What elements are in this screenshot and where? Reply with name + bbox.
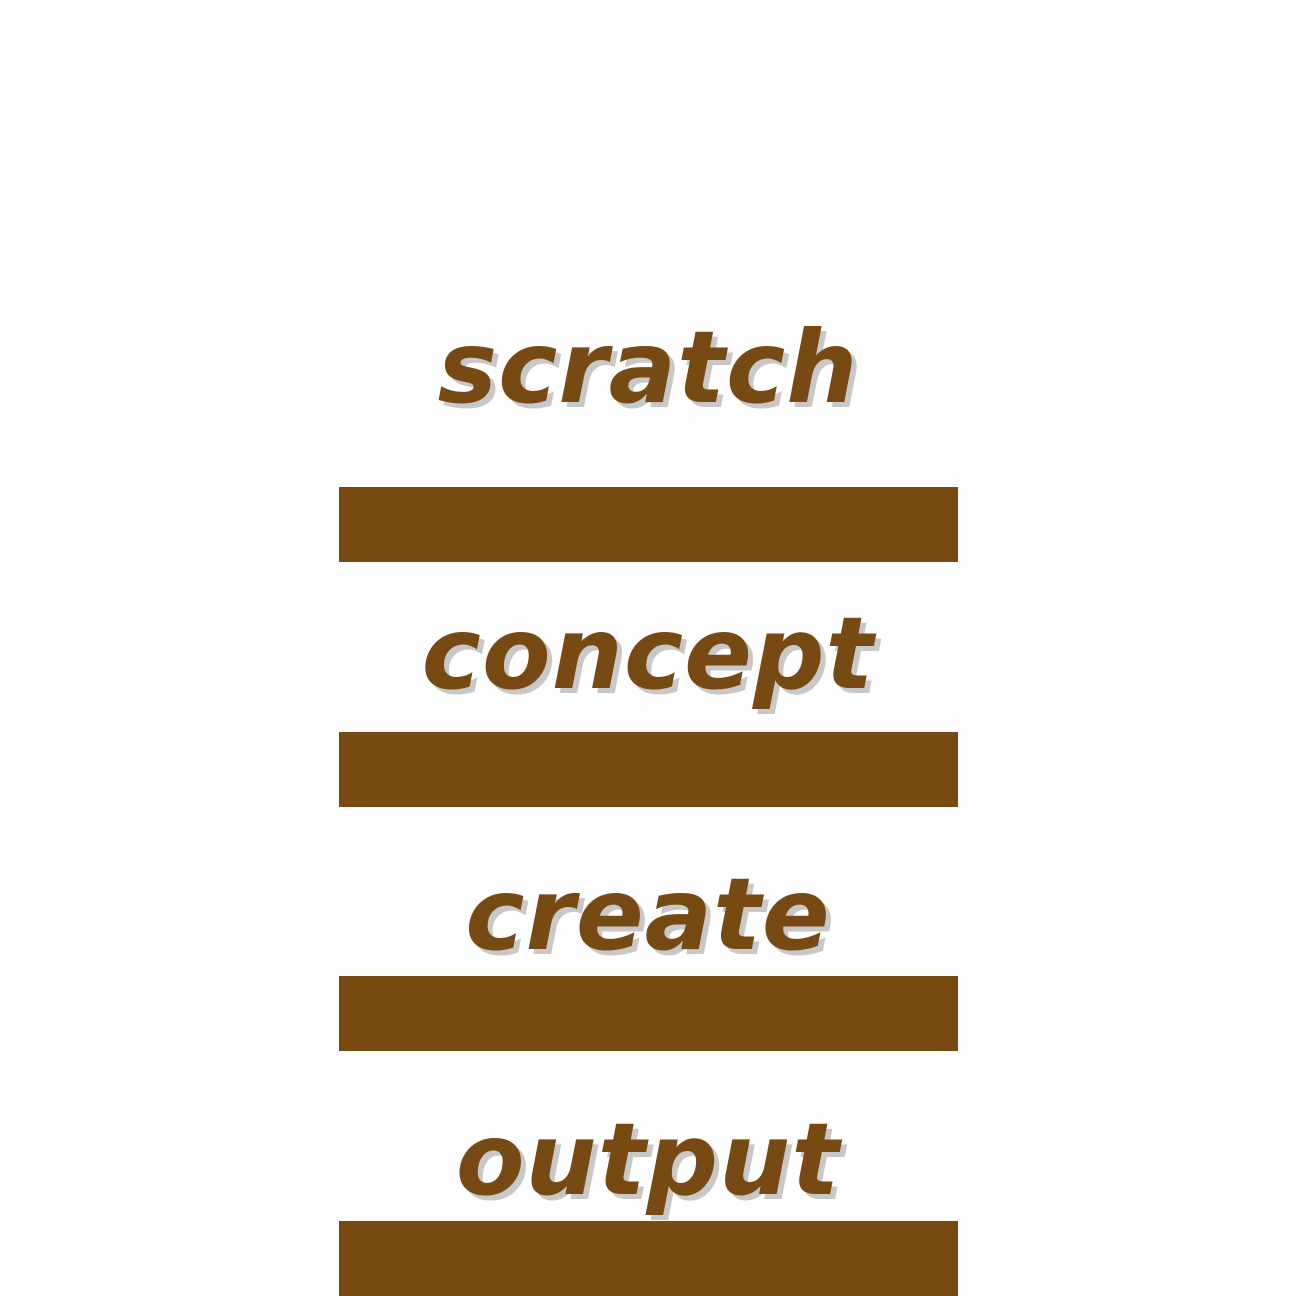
step-bar-create xyxy=(339,976,958,1051)
step-label-concept: concept xyxy=(421,595,875,712)
step-bar-scratch xyxy=(339,487,958,562)
stacked-steps-graphic: scratch concept create output xyxy=(0,0,1296,1296)
step-bar-concept xyxy=(339,732,958,807)
step-label-create: create xyxy=(465,856,831,973)
step-label-scratch: scratch xyxy=(437,309,859,426)
step-bar-output xyxy=(339,1221,958,1296)
step-label-output: output xyxy=(455,1101,841,1218)
